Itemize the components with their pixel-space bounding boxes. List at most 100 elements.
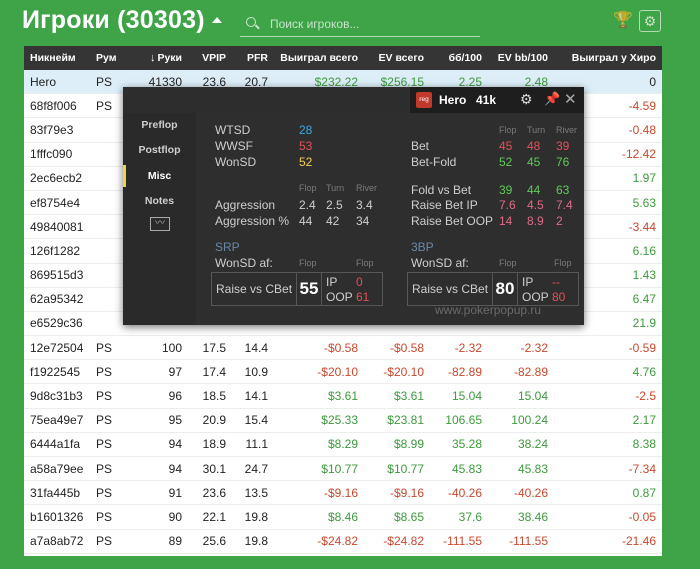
cell-pfr: 15.4 [232,408,274,433]
table-row[interactable]: c97ec1b5PS8818.815.3$6.65$6.6530.2330.23… [24,553,662,556]
cell-r: PS [90,504,126,530]
col-bb100[interactable]: бб/100 [430,46,488,70]
stat-aggression-label: Aggression [215,198,276,212]
col-nickname[interactable]: Никнейм [24,46,90,70]
tbp-ip-label: IP [522,275,534,289]
cell-vpip: 17.4 [188,359,232,385]
cell-vpip: 18.9 [188,432,232,458]
table-row[interactable]: b1601326 PS 90 22.1 19.8 $8.46 $8.65 37.6 38.46-… [24,504,662,530]
cell-evbb: -111.55 [488,529,554,554]
stat-wtsd-label: WTSD [215,123,251,137]
cell-won: $8.29 [274,432,364,458]
cell-won: $6.65 [274,553,364,556]
srp-oop-value: 61 [356,290,370,304]
cell-ev: -$0.58 [364,335,430,361]
col-won[interactable]: Выиграл всего [274,46,364,70]
cell-r [90,214,126,240]
cell-n: c97ec1b5 [24,553,90,556]
cell-n: 62a95342 [24,287,90,312]
col-won-vs-hero[interactable]: Выиграл у Хиро [554,46,662,70]
stat-wwsf-value: 53 [299,139,313,153]
cell-h: 91 [126,480,188,506]
cell-r [90,166,126,191]
cell-n: b1601326 [24,504,90,530]
tab-preflop[interactable]: Preflop [123,119,196,131]
tbp-raise-vs-cbet-box: Raise vs CBet 80 IP -- OOP 80 [407,272,579,306]
pin-icon[interactable]: 📌 [544,91,560,107]
tab-postflop[interactable]: Postflop [123,144,196,156]
srp-ip-value: 0 [356,275,363,289]
close-icon[interactable]: ✕ [564,90,577,108]
table-row[interactable]: 75ea49e7 PS 95 20.9 15.4 $25.33 $23.81 106.65 10… [24,408,662,433]
cell-r: PS [90,383,126,409]
cell-n: f1922545 [24,359,90,385]
cell-n: 126f1282 [24,238,90,264]
stat-bet-turn: 48 [527,139,541,153]
settings-gear-icon[interactable]: ⚙ [639,10,661,32]
popup-gear-icon[interactable]: ⚙ [520,91,533,108]
col-ev[interactable]: EV всего [364,46,430,70]
col-hands[interactable]: ↓ Руки [126,46,188,70]
cell-wh: -0.59 [554,335,662,361]
col-pfr[interactable]: PFR [232,46,274,70]
street-river-header: River [356,183,378,193]
tbp-big-box: 80 [492,273,518,305]
table-row[interactable]: f1922545 PS 97 17.4 10.9 -$20.10 -$20.10 -82.89… [24,359,662,385]
cell-pfr: 13.5 [232,480,274,506]
cell-won: $3.61 [274,383,364,409]
cell-ev: -$24.82 [364,529,430,554]
cell-wh: -7.34 [554,456,662,482]
cell-ev: $3.61 [364,383,430,409]
table-row[interactable]: 9d8c31b3 PS 96 18.5 14.1 $3.61 $3.61 15.04 15.04… [24,383,662,409]
cell-r: PS [90,553,126,556]
popup-header[interactable]: reg Hero 41k ⚙ 📌 ✕ [410,87,584,113]
cell-n: 68f8f006 [24,93,90,119]
cell-evbb: 30.23 [488,553,554,556]
cell-evbb: -82.89 [488,359,554,385]
tbp-oop-value: 80 [552,290,566,304]
cell-evbb: 100.24 [488,408,554,433]
table-row[interactable]: a58a79ee PS 94 30.1 24.7 $10.77 $10.77 45.83 45.… [24,456,662,482]
sort-down-icon: ↓ [149,52,156,64]
cell-h: 94 [126,456,188,482]
cell-n: 49840081 [24,214,90,240]
tab-notes[interactable]: Notes [123,195,196,207]
cell-vpip: 23.6 [188,480,232,506]
collapse-caret-icon[interactable] [212,17,222,23]
trophy-icon[interactable]: 🏆 [613,12,633,30]
cell-r [90,142,126,167]
tab-misc[interactable]: Misc [123,170,196,182]
col-room[interactable]: Рум [90,46,126,70]
chart-icon[interactable]: 〰 [150,217,170,231]
table-row[interactable]: a7a8ab72 PS 89 25.6 19.8 -$24.82 -$24.82 -111.5… [24,529,662,554]
srp-title: SRP [215,240,240,254]
cell-r: PS [90,456,126,482]
cell-n: 9d8c31b3 [24,383,90,409]
cell-ev: $10.77 [364,456,430,482]
search-input[interactable] [268,13,477,35]
cell-n: a7a8ab72 [24,529,90,554]
cell-r: PS [90,70,126,95]
col-evbb100[interactable]: EV bb/100 [488,46,554,70]
cell-pfr: 10.9 [232,359,274,385]
stat-aggression-river: 3.4 [356,198,373,212]
cell-ev: $23.81 [364,408,430,433]
tbp-wonsd-af: WonSD af: [411,256,469,270]
col-vpip[interactable]: VPIP [188,46,232,70]
cell-wh: 0.87 [554,480,662,506]
search-box[interactable] [240,10,480,37]
cell-r: PS [90,359,126,385]
cell-wh: 2.17 [554,408,662,433]
table-row[interactable]: 12e72504 PS 100 17.5 14.4 -$0.58 -$0.58 -2.32 -2… [24,335,662,361]
cell-r [90,117,126,143]
stat-bet-fold-flop: 52 [499,155,513,169]
cell-n: ef8754e4 [24,190,90,216]
table-row[interactable]: 6444a1fa PS 94 18.9 11.1 $8.29 $8.99 35.28 38.24… [24,432,662,458]
table-row[interactable]: 31fa445b PS 91 23.6 13.5 -$9.16 -$9.16 -40.26 -4… [24,480,662,506]
cell-bb: 15.04 [430,383,488,409]
street-flop-header-r: Flop [499,125,517,135]
stat-wonsd-value: 52 [299,155,313,169]
cell-won: -$24.82 [274,529,364,554]
street-river-header-r: River [556,125,578,135]
street-turn-header: Turn [326,183,345,193]
